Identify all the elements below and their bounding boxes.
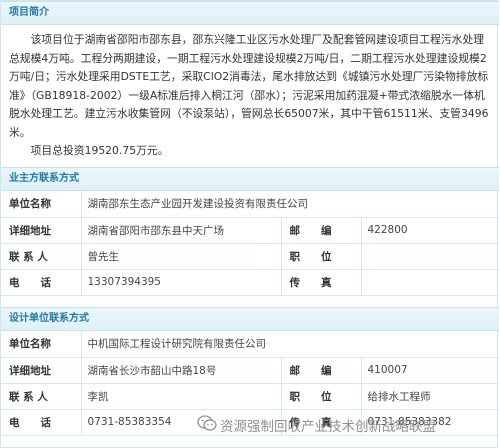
postcode-label: 邮 编 [280, 217, 361, 244]
watermark: 资源强制回收产业技术创新战略联盟 [197, 415, 436, 439]
contact-person-label: 联 系 人 [1, 383, 81, 410]
position-label: 职 位 [280, 243, 361, 270]
contact-person-value: 曾先生 [80, 243, 281, 270]
position-label: 职 位 [280, 383, 361, 410]
address-value: 湖南省长沙市韶山中路18号 [80, 357, 281, 384]
project-intro-paragraph: 该项目位于湖南省邵阳市邵东县，邵东兴隆工业区污水处理厂及配套管网建设项目工程污水… [9, 33, 489, 139]
table-row: 电 话 13307394395 传 真 [1, 269, 500, 296]
fax-value [360, 269, 500, 296]
unit-name-label: 单位名称 [1, 331, 81, 358]
owner-contact-table: 单位名称 湖南邵东生态产业园开发建设投资有限责任公司 详细地址 湖南省邵阳市邵东… [1, 191, 500, 296]
address-label: 详细地址 [1, 357, 81, 384]
project-detail-page: 项目简介 该项目位于湖南省邵阳市邵东县，邵东兴隆工业区污水处理厂及配套管网建设项… [0, 0, 500, 448]
project-investment-paragraph: 项目总投资19520.75万元。 [30, 144, 169, 157]
watermark-text: 资源强制回收产业技术创新战略联盟 [220, 419, 436, 435]
position-value: 给排水工程师 [360, 383, 500, 410]
phone-label: 电 话 [1, 269, 81, 296]
contact-person-label: 联 系 人 [1, 243, 81, 270]
address-label: 详细地址 [1, 217, 81, 244]
unit-name-label: 单位名称 [1, 191, 81, 218]
section-header-design-contact: 设计单位联系方式 [1, 307, 499, 331]
table-row: 单位名称 湖南邵东生态产业园开发建设投资有限责任公司 [1, 191, 500, 218]
section-header-project-intro: 项目简介 [1, 1, 499, 25]
postcode-value: 422800 [360, 217, 500, 244]
wechat-icon [197, 415, 217, 439]
unit-name-value: 中机国际工程设计研究院有限责任公司 [80, 331, 500, 358]
phone-label: 电 话 [1, 409, 81, 436]
table-row: 单位名称 中机国际工程设计研究院有限责任公司 [1, 331, 500, 358]
section-header-owner-contact: 业主方联系方式 [1, 167, 499, 191]
table-row: 详细地址 湖南省邵阳市邵东县中天广场 邮 编 422800 [1, 217, 500, 244]
postcode-label: 邮 编 [280, 357, 361, 384]
phone-value: 13307394395 [80, 269, 281, 296]
table-row: 联 系 人 李凯 职 位 给排水工程师 [1, 383, 500, 410]
table-row: 联 系 人 曾先生 职 位 [1, 243, 500, 270]
postcode-value: 410007 [360, 357, 500, 384]
unit-name-value: 湖南邵东生态产业园开发建设投资有限责任公司 [80, 191, 500, 218]
project-intro-body: 该项目位于湖南省邵阳市邵东县，邵东兴隆工业区污水处理厂及配套管网建设项目工程污水… [1, 25, 499, 167]
table-row: 详细地址 湖南省长沙市韶山中路18号 邮 编 410007 [1, 357, 500, 384]
fax-label: 传 真 [280, 269, 361, 296]
position-value [360, 243, 500, 270]
contact-person-value: 李凯 [80, 383, 281, 410]
address-value: 湖南省邵阳市邵东县中天广场 [80, 217, 281, 244]
